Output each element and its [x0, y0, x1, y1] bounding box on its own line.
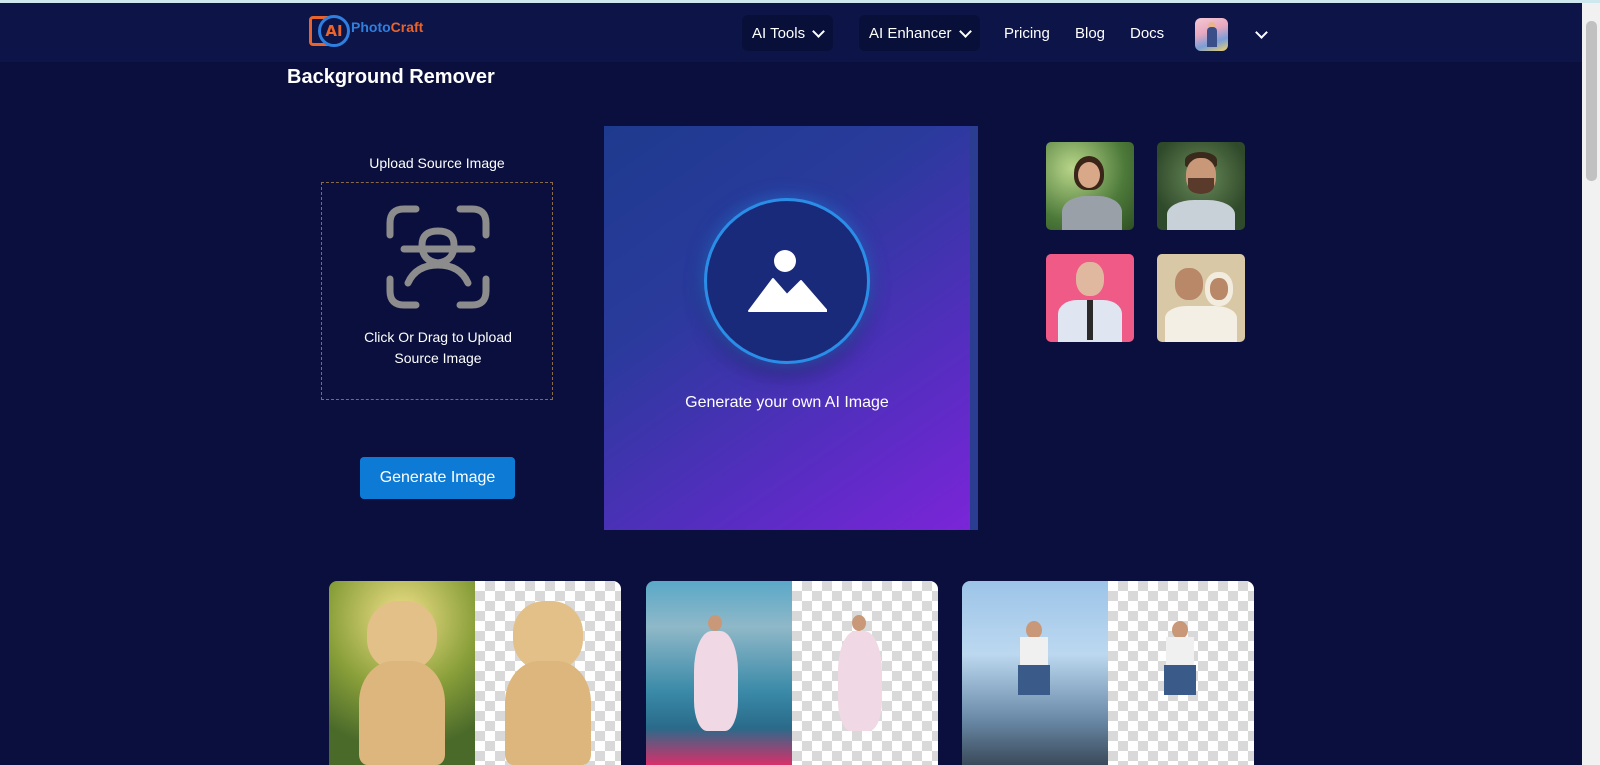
generate-image-button[interactable]: Generate Image — [360, 457, 515, 499]
example-card-woman-dress[interactable] — [646, 581, 938, 765]
nav-docs-link[interactable]: Docs — [1130, 25, 1164, 42]
nav-pricing-link[interactable]: Pricing — [1004, 25, 1050, 42]
preview-text: Generate your own AI Image — [685, 394, 889, 411]
nav-ai-enhancer-dropdown[interactable]: AI Enhancer — [859, 15, 980, 51]
logo-text-photo: Photo — [351, 19, 391, 35]
upload-label: Upload Source Image — [369, 155, 505, 171]
account-chevron-down-icon[interactable] — [1255, 26, 1268, 39]
scrollbar[interactable] — [1582, 3, 1600, 765]
dropzone-text-line2: Source Image — [394, 350, 482, 366]
logo-text: PhotoCraft — [351, 19, 423, 35]
example-jump-result — [1108, 581, 1254, 765]
logo[interactable]: AI PhotoCraft — [309, 11, 423, 51]
dropzone-text: Click Or Drag to Upload Source Image — [332, 327, 544, 369]
logo-ai-text: AI — [325, 22, 343, 40]
chevron-down-icon — [958, 24, 972, 38]
nav-ai-tools-label: AI Tools — [752, 24, 806, 42]
page-title: Background Remover — [287, 66, 495, 88]
example-dog-result — [475, 581, 621, 765]
example-card-jumping-woman[interactable] — [962, 581, 1254, 765]
upload-dropzone[interactable]: Click Or Drag to Upload Source Image — [321, 182, 553, 400]
sample-thumbnail-man[interactable] — [1157, 142, 1245, 230]
example-woman-result — [792, 581, 938, 765]
logo-mark-icon: AI — [309, 12, 350, 50]
example-woman-original — [646, 581, 792, 765]
sample-thumbnail-bald-man[interactable] — [1046, 254, 1134, 342]
user-avatar[interactable] — [1195, 18, 1228, 51]
navbar: AI PhotoCraft AI Tools AI Enhancer Prici… — [0, 3, 1582, 62]
nav-ai-tools-dropdown[interactable]: AI Tools — [742, 15, 834, 51]
chevron-down-icon — [812, 24, 825, 38]
preview-circle — [704, 198, 870, 364]
sample-thumbnail-man-with-mask[interactable] — [1157, 254, 1245, 342]
preview-panel: Generate your own AI Image — [604, 126, 978, 530]
dropzone-text-line1: Click Or Drag to Upload — [364, 329, 512, 345]
example-dog-original — [329, 581, 475, 765]
nav-blog-link[interactable]: Blog — [1075, 25, 1105, 42]
sample-thumbnail-woman[interactable] — [1046, 142, 1134, 230]
logo-text-craft: Craft — [390, 19, 424, 35]
image-icon — [748, 250, 827, 312]
scrollbar-thumb[interactable] — [1586, 21, 1597, 181]
example-card-dog[interactable] — [329, 581, 621, 765]
nav-ai-enhancer-label: AI Enhancer — [869, 24, 952, 42]
face-scan-icon — [386, 205, 490, 309]
example-jump-original — [962, 581, 1108, 765]
